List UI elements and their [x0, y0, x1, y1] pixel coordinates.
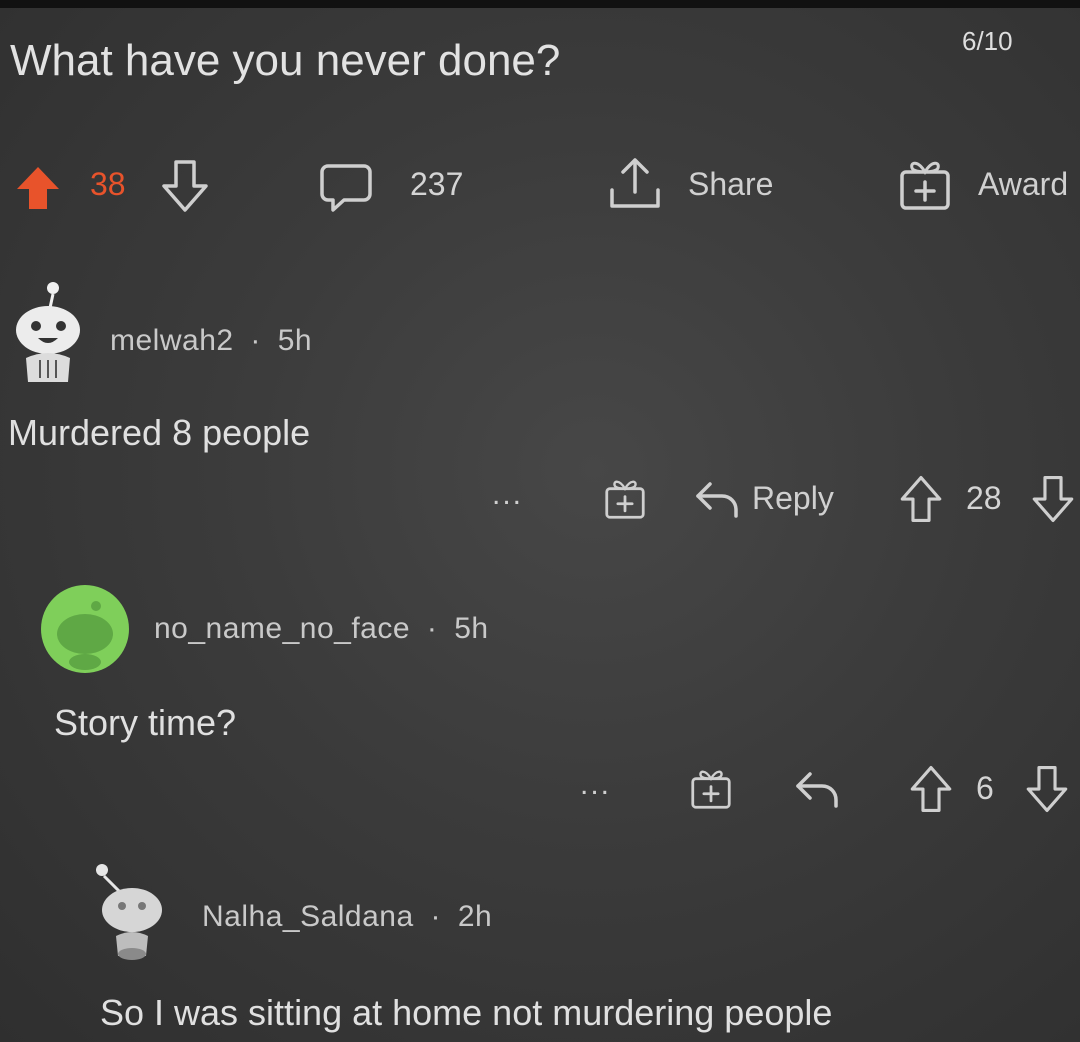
separator-dot: · [430, 900, 442, 933]
snoo-avatar-icon [16, 282, 80, 382]
comment2-avatar[interactable] [40, 584, 130, 679]
reply-arrow-icon [796, 772, 838, 808]
post-vote-count: 38 [90, 166, 126, 202]
comment2-meta: no_name_no_face · 5h [154, 612, 489, 646]
award-gift-icon [605, 480, 645, 519]
separator-dot: · [426, 612, 438, 645]
post-comment-count: 237 [410, 166, 464, 202]
post-title: What have you never done? [10, 36, 561, 85]
comment1-username[interactable]: melwah2 [110, 324, 234, 357]
comment1-reply-button[interactable] [694, 478, 740, 525]
comment2-more-button[interactable]: ... [580, 768, 611, 802]
comment2-downvote-button[interactable] [1024, 764, 1070, 819]
comment1-downvote-button[interactable] [1030, 474, 1076, 529]
downvote-arrow-icon [1026, 766, 1068, 812]
snoo-avatar-icon [96, 864, 162, 960]
upvote-arrow-icon [17, 167, 59, 209]
post-share-button[interactable] [606, 156, 664, 219]
comment2-upvote-button[interactable] [908, 764, 954, 819]
comment3-text: So I was sitting at home not murdering p… [100, 992, 833, 1033]
comment1-age: 5h [277, 324, 313, 357]
downvote-arrow-icon [1032, 476, 1074, 522]
share-icon [610, 158, 660, 208]
comment3-age: 2h [457, 900, 493, 933]
comment-bubble-icon [320, 164, 372, 212]
comment2-text: Story time? [54, 702, 237, 743]
comment2-username[interactable]: no_name_no_face [154, 612, 410, 645]
comment2-age: 5h [454, 612, 489, 645]
upvote-arrow-icon [910, 766, 952, 812]
comment1-more-button[interactable]: ... [492, 478, 523, 512]
post-share-label[interactable]: Share [688, 166, 773, 203]
comment2-reply-button[interactable] [794, 768, 840, 815]
award-gift-icon [900, 161, 950, 210]
comment1-vote-count: 28 [966, 480, 1002, 516]
downvote-arrow-icon [162, 160, 208, 212]
separator-dot: · [250, 324, 261, 357]
reply-arrow-icon [696, 482, 738, 518]
award-gift-icon [691, 770, 731, 809]
comment1-meta: melwah2 · 5h [110, 324, 312, 358]
post-downvote-button[interactable] [160, 158, 210, 219]
comment1-reply-label[interactable]: Reply [752, 480, 834, 517]
image-counter: 6/10 [962, 26, 1013, 56]
comment1-text: Murdered 8 people [8, 412, 311, 453]
upvote-arrow-icon [900, 476, 942, 522]
post-award-label[interactable]: Award [978, 166, 1068, 203]
snoo-avatar-icon [41, 585, 129, 673]
comment2-award-button[interactable] [688, 766, 734, 817]
comment2-vote-count: 6 [976, 770, 994, 806]
comment3-meta: Nalha_Saldana · 2h [202, 900, 492, 934]
comment3-username[interactable]: Nalha_Saldana [202, 900, 414, 933]
post-upvote-button[interactable] [14, 164, 62, 217]
top-edge-bar [0, 0, 1080, 8]
comment1-upvote-button[interactable] [898, 474, 944, 529]
comment1-avatar[interactable] [6, 278, 90, 393]
post-award-button[interactable] [898, 156, 952, 219]
post-comments-button[interactable] [318, 162, 374, 219]
comment3-avatar[interactable] [90, 858, 174, 973]
comment1-award-button[interactable] [602, 476, 648, 527]
